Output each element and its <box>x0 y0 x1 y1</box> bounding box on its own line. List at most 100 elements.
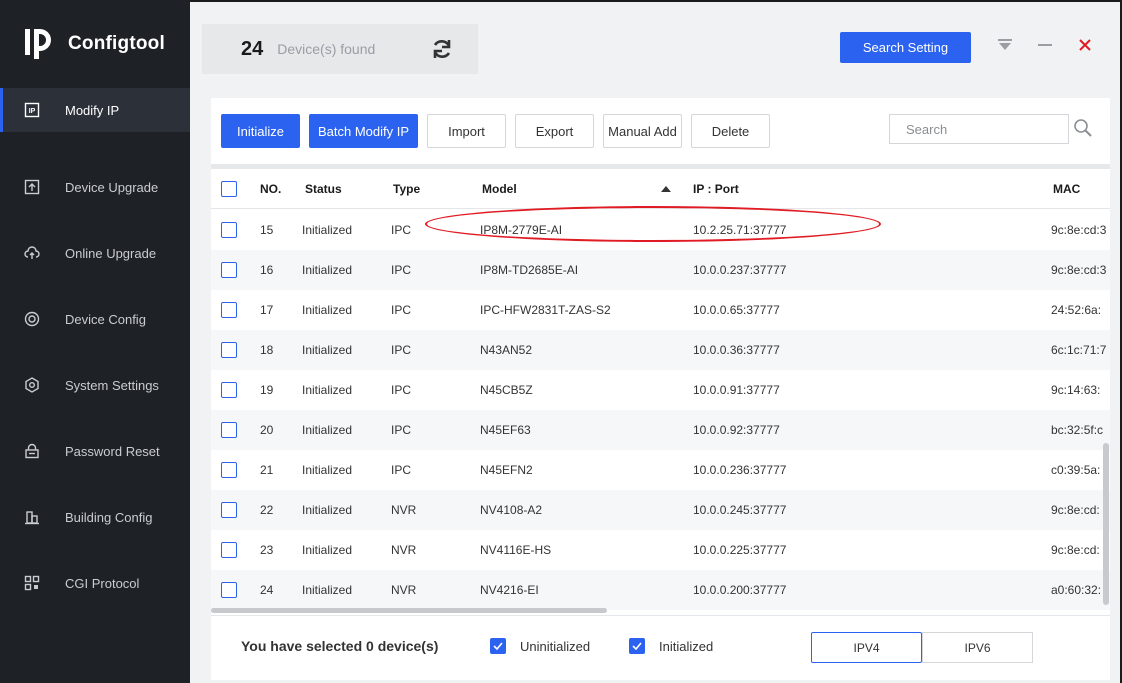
ipv6-button[interactable]: IPV6 <box>922 632 1033 663</box>
sidebar-item-label: CGI Protocol <box>65 575 140 591</box>
table-row[interactable]: 15 Initialized IPC IP8M-2779E-AI 10.2.25.71:… <box>211 210 1110 250</box>
table-row[interactable]: 18 Initialized IPC N43AN52 10.0.0.36:37777 6c… <box>211 330 1110 370</box>
refresh-icon[interactable] <box>430 37 454 61</box>
cell-mac: 9c:8e:cd:3 <box>1051 263 1107 277</box>
device-count-box: 24 Device(s) found <box>202 24 478 74</box>
filter-label: Initialized <box>659 638 714 654</box>
table-row[interactable]: 24 Initialized NVR NV4216-EI 10.0.0.200:3777… <box>211 570 1110 610</box>
cell-status: Initialized <box>302 543 353 557</box>
table-header: NO. Status Type Model IP : Port MAC <box>211 169 1110 209</box>
sort-ascending-icon[interactable] <box>661 186 671 192</box>
minimize-icon[interactable] <box>1036 36 1054 54</box>
cell-ip-port: 10.0.0.225:37777 <box>693 543 787 557</box>
column-header-status[interactable]: Status <box>305 169 342 209</box>
column-header-type[interactable]: Type <box>393 169 420 209</box>
selection-summary: You have selected 0 device(s) <box>241 638 439 654</box>
table-row[interactable]: 21 Initialized IPC N45EFN2 10.0.0.236:37777 c… <box>211 450 1110 490</box>
sidebar-item-device-upgrade[interactable]: Device Upgrade <box>0 154 190 220</box>
vertical-scrollbar[interactable] <box>1103 443 1109 605</box>
logo-icon <box>25 29 51 59</box>
filter-label: Uninitialized <box>520 638 591 654</box>
sidebar-item-system-settings[interactable]: System Settings <box>0 352 190 418</box>
cell-mac: 6c:1c:71:7 <box>1051 343 1107 357</box>
checkbox-checked-icon[interactable] <box>490 638 506 654</box>
cell-no: 24 <box>260 583 274 597</box>
cell-ip-port: 10.0.0.65:37777 <box>693 303 780 317</box>
export-button[interactable]: Export <box>515 114 594 148</box>
cell-ip-port: 10.0.0.237:37777 <box>693 263 787 277</box>
search-icon[interactable] <box>1073 118 1093 138</box>
dropdown-icon[interactable] <box>996 36 1014 54</box>
cell-model: NV4116E-HS <box>480 543 552 557</box>
column-header-ip-port[interactable]: IP : Port <box>693 169 739 209</box>
filter-initialized[interactable]: Initialized <box>629 638 713 654</box>
table-row[interactable]: 20 Initialized IPC N45EF63 10.0.0.92:37777 bc… <box>211 410 1110 450</box>
sidebar-item-cgi-protocol[interactable]: CGI Protocol <box>0 550 190 616</box>
cell-mac: 9c:8e:cd: <box>1051 543 1100 557</box>
row-checkbox[interactable] <box>221 302 237 318</box>
sidebar-item-building-config[interactable]: Building Config <box>0 484 190 550</box>
cell-type: IPC <box>391 343 412 357</box>
select-all-checkbox[interactable] <box>221 181 237 197</box>
cell-ip-port: 10.0.0.91:37777 <box>693 383 780 397</box>
device-panel: Initialize Batch Modify IP Import Export… <box>211 98 1110 680</box>
search-setting-button[interactable]: Search Setting <box>840 32 971 63</box>
row-checkbox[interactable] <box>221 342 237 358</box>
row-checkbox[interactable] <box>221 262 237 278</box>
import-button[interactable]: Import <box>427 114 506 148</box>
cell-status: Initialized <box>302 343 353 357</box>
search-input[interactable] <box>889 114 1069 144</box>
cell-type: IPC <box>391 383 412 397</box>
cell-ip-port: 10.0.0.236:37777 <box>693 463 787 477</box>
cell-no: 17 <box>260 303 274 317</box>
row-checkbox[interactable] <box>221 422 237 438</box>
table-row[interactable]: 16 Initialized IPC IP8M-TD2685E-AI 10.0.0.23… <box>211 250 1110 290</box>
row-checkbox[interactable] <box>221 462 237 478</box>
cloud-upload-icon <box>23 244 41 262</box>
column-header-no[interactable]: NO. <box>260 169 281 209</box>
cell-status: Initialized <box>302 503 353 517</box>
cell-no: 19 <box>260 383 274 397</box>
sidebar-item-device-config[interactable]: Device Config <box>0 286 190 352</box>
cell-mac: 9c:8e:cd:3 <box>1051 223 1107 237</box>
cell-ip-port: 10.0.0.92:37777 <box>693 423 780 437</box>
initialize-button[interactable]: Initialize <box>221 114 300 148</box>
table-row[interactable]: 19 Initialized IPC N45CB5Z 10.0.0.91:37777 9c… <box>211 370 1110 410</box>
delete-button[interactable]: Delete <box>691 114 770 148</box>
cell-model: NV4216-EI <box>480 583 539 597</box>
row-checkbox[interactable] <box>221 542 237 558</box>
sidebar-item-modify-ip[interactable]: IP Modify IP <box>0 88 190 132</box>
sidebar-item-label: Device Upgrade <box>65 179 159 195</box>
table-row[interactable]: 17 Initialized IPC IPC-HFW2831T-ZAS-S2 10.0.… <box>211 290 1110 330</box>
manual-add-button[interactable]: Manual Add <box>603 114 682 148</box>
cell-no: 18 <box>260 343 274 357</box>
lock-icon <box>23 442 41 460</box>
device-count: 24 <box>241 37 264 60</box>
cell-status: Initialized <box>302 463 353 477</box>
ipv4-button[interactable]: IPV4 <box>811 632 922 663</box>
filter-uninitialized[interactable]: Uninitialized <box>490 638 590 654</box>
close-icon[interactable] <box>1076 36 1094 54</box>
checkbox-checked-icon[interactable] <box>629 638 645 654</box>
sidebar-item-online-upgrade[interactable]: Online Upgrade <box>0 220 190 286</box>
row-checkbox[interactable] <box>221 502 237 518</box>
batch-modify-ip-button[interactable]: Batch Modify IP <box>309 114 418 148</box>
row-checkbox[interactable] <box>221 222 237 238</box>
toolbar: Initialize Batch Modify IP Import Export… <box>221 114 779 148</box>
cell-status: Initialized <box>302 383 353 397</box>
cell-model: IP8M-2779E-AI <box>480 223 563 237</box>
table-row[interactable]: 22 Initialized NVR NV4108-A2 10.0.0.245:3777… <box>211 490 1110 530</box>
table-row[interactable]: 23 Initialized NVR NV4116E-HS 10.0.0.225:377… <box>211 530 1110 570</box>
column-header-mac[interactable]: MAC <box>1053 169 1080 209</box>
qr-icon <box>23 574 41 592</box>
table-footer: You have selected 0 device(s) Uninitiali… <box>211 615 1110 680</box>
row-checkbox[interactable] <box>221 382 237 398</box>
sidebar-item-password-reset[interactable]: Password Reset <box>0 418 190 484</box>
row-checkbox[interactable] <box>221 582 237 598</box>
app-logo: Configtool <box>22 26 165 62</box>
column-header-model[interactable]: Model <box>482 169 517 209</box>
horizontal-scrollbar[interactable] <box>211 608 607 613</box>
cell-mac: bc:32:5f:c <box>1051 423 1104 437</box>
cell-no: 20 <box>260 423 274 437</box>
svg-text:IP: IP <box>29 108 36 115</box>
